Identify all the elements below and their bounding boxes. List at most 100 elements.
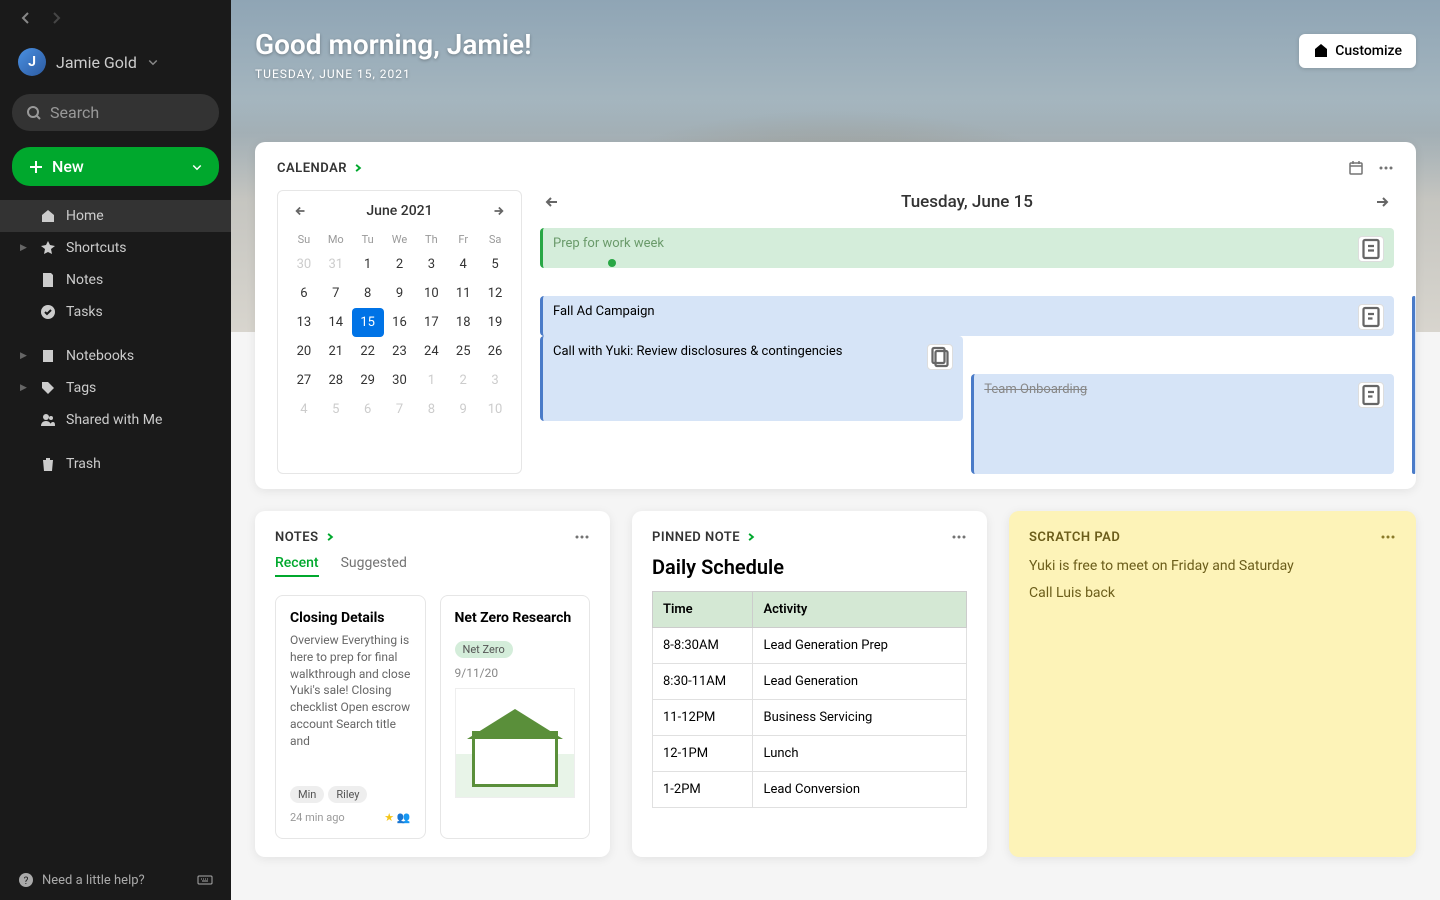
chevron-right-icon (48, 10, 64, 26)
forward-button[interactable] (48, 10, 64, 30)
day-cell[interactable]: 3 (415, 250, 447, 279)
day-cell[interactable]: 18 (447, 308, 479, 337)
nav-tags[interactable]: ▶Tags (0, 372, 231, 404)
scratch-content[interactable]: Yuki is free to meet on Friday and Satur… (1029, 553, 1396, 606)
day-cell[interactable]: 5 (479, 250, 511, 279)
prev-day-button[interactable] (544, 194, 560, 210)
day-cell[interactable]: 17 (415, 308, 447, 337)
back-button[interactable] (18, 10, 34, 30)
day-cell[interactable]: 14 (320, 308, 352, 337)
day-cell[interactable]: 2 (447, 366, 479, 395)
day-cell[interactable]: 22 (352, 337, 384, 366)
calendar-title[interactable]: CALENDAR (277, 160, 363, 176)
day-cell[interactable]: 6 (288, 279, 320, 308)
next-month-button[interactable] (491, 203, 505, 219)
day-cell[interactable]: 10 (479, 395, 511, 424)
day-cell[interactable]: 12 (479, 279, 511, 308)
notes-title[interactable]: NOTES (275, 529, 335, 545)
day-cell[interactable]: 27 (288, 366, 320, 395)
day-cell[interactable]: 1 (352, 250, 384, 279)
table-cell: 8-8:30AM (653, 628, 753, 664)
day-cell[interactable]: 7 (384, 395, 416, 424)
day-cell[interactable]: 23 (384, 337, 416, 366)
more-icon[interactable] (1378, 160, 1394, 176)
day-cell[interactable]: 29 (352, 366, 384, 395)
day-cell[interactable]: 19 (479, 308, 511, 337)
day-cell[interactable]: 4 (288, 395, 320, 424)
greeting-title: Good morning, Jamie! (255, 28, 532, 61)
help-link[interactable]: ?Need a little help? (18, 872, 145, 888)
table-cell: Lunch (753, 736, 967, 772)
event-prep[interactable]: Prep for work week (540, 228, 1394, 268)
day-cell[interactable]: 3 (479, 366, 511, 395)
day-cell[interactable]: 6 (352, 395, 384, 424)
day-cell[interactable]: 24 (415, 337, 447, 366)
day-cell[interactable]: 15 (352, 308, 384, 337)
nav-label: Home (66, 208, 104, 224)
tag-riley: Riley (328, 786, 367, 803)
day-cell[interactable]: 8 (352, 279, 384, 308)
pinned-title[interactable]: PINNED NOTE (652, 529, 756, 545)
nav-tasks[interactable]: Tasks (0, 296, 231, 328)
tab-suggested[interactable]: Suggested (341, 555, 407, 577)
more-icon[interactable] (1380, 529, 1396, 545)
prev-month-button[interactable] (294, 203, 308, 219)
note-card-netzero[interactable]: Net Zero Research Net Zero 9/11/20 (440, 595, 591, 839)
day-cell[interactable]: 16 (384, 308, 416, 337)
table-cell: Lead Conversion (753, 772, 967, 808)
dow-label: Tu (352, 229, 384, 250)
customize-icon (1313, 43, 1329, 59)
day-cell[interactable]: 25 (447, 337, 479, 366)
day-cell[interactable]: 30 (384, 366, 416, 395)
day-cell[interactable]: 9 (384, 279, 416, 308)
search-input[interactable]: Search (12, 94, 219, 131)
nav-notes[interactable]: Notes (0, 264, 231, 296)
day-cell[interactable]: 4 (447, 250, 479, 279)
day-cell[interactable]: 28 (320, 366, 352, 395)
customize-button[interactable]: Customize (1299, 34, 1416, 68)
more-icon[interactable] (574, 529, 590, 545)
day-cell[interactable]: 7 (320, 279, 352, 308)
nav-trash[interactable]: Trash (0, 448, 231, 480)
note-link-icon[interactable] (1358, 236, 1384, 262)
event-fall-ad[interactable]: Fall Ad Campaign (540, 296, 1394, 336)
day-cell[interactable]: 26 (479, 337, 511, 366)
nav-shared[interactable]: Shared with Me (0, 404, 231, 436)
nav-shortcuts[interactable]: ▶Shortcuts (0, 232, 231, 264)
tab-recent[interactable]: Recent (275, 555, 319, 577)
new-button[interactable]: New (12, 147, 219, 186)
day-cell[interactable]: 2 (384, 250, 416, 279)
event-sliver[interactable] (1412, 296, 1416, 474)
th-activity: Activity (753, 592, 967, 628)
day-cell[interactable]: 21 (320, 337, 352, 366)
dow-label: We (384, 229, 416, 250)
user-menu[interactable]: J Jamie Gold (0, 40, 231, 84)
day-cell[interactable]: 5 (320, 395, 352, 424)
day-cell[interactable]: 20 (288, 337, 320, 366)
day-cell[interactable]: 11 (447, 279, 479, 308)
event-title: Team Onboarding (984, 382, 1087, 397)
note-card-closing[interactable]: Closing Details Overview Everything is h… (275, 595, 426, 839)
day-cell[interactable]: 13 (288, 308, 320, 337)
pinned-note-title: Daily Schedule (652, 555, 967, 579)
event-onboarding[interactable]: Team Onboarding (971, 374, 1394, 474)
nav-home[interactable]: Home (0, 200, 231, 232)
day-cell[interactable]: 8 (415, 395, 447, 424)
day-cell[interactable]: 10 (415, 279, 447, 308)
note-date: 9/11/20 (455, 666, 576, 680)
day-cell[interactable]: 9 (447, 395, 479, 424)
check-circle-icon (40, 304, 56, 320)
note-link-icon[interactable] (927, 344, 953, 370)
more-icon[interactable] (951, 529, 967, 545)
table-row: 12-1PMLunch (653, 736, 967, 772)
event-call-yuki[interactable]: Call with Yuki: Review disclosures & con… (540, 336, 963, 421)
day-cell[interactable]: 1 (415, 366, 447, 395)
note-link-icon[interactable] (1358, 382, 1384, 408)
day-cell[interactable]: 30 (288, 250, 320, 279)
calendar-jump-icon[interactable] (1348, 160, 1364, 176)
keyboard-icon[interactable] (197, 872, 213, 888)
note-link-icon[interactable] (1358, 304, 1384, 330)
day-cell[interactable]: 31 (320, 250, 352, 279)
next-day-button[interactable] (1374, 194, 1390, 210)
nav-notebooks[interactable]: ▶Notebooks (0, 340, 231, 372)
